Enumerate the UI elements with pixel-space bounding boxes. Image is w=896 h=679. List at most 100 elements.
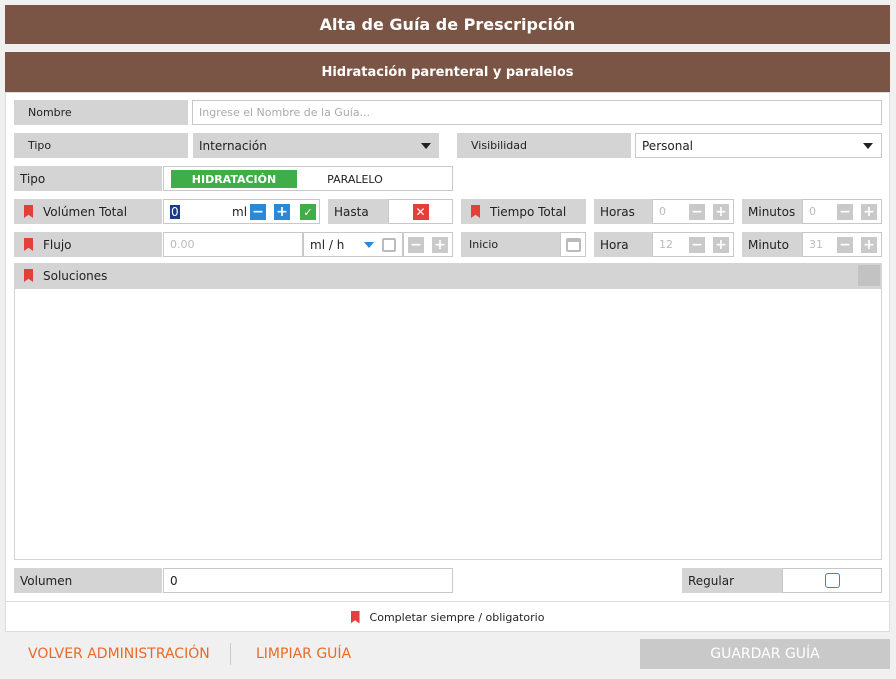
footer-divider [230,643,231,665]
bookmark-icon [24,269,33,282]
minutos-value: 0 [809,205,816,218]
soluciones-list [14,288,882,560]
save-icon[interactable] [382,238,396,252]
visibilidad-select[interactable]: Personal [635,133,882,158]
regular-label: Regular [682,568,782,593]
inicio-label-text: Inicio [469,238,499,251]
plus-icon[interactable]: + [274,204,290,220]
horas-label-text: Horas [600,204,635,219]
minutos-label-text: Minutos [748,204,796,219]
regular-field [782,568,882,593]
volumen-label-text: Volumen [20,573,73,588]
chevron-down-icon [863,142,873,149]
soluciones-header: Soluciones [14,263,882,288]
minutos-input[interactable]: 0 − + [802,199,882,224]
plus-icon[interactable]: + [713,237,729,253]
minuto-label: Minuto [742,232,802,257]
legend: Completar siempre / obligatorio [5,606,890,628]
tipo-toggle-label: Tipo [14,166,162,191]
inicio-label: Inicio [461,232,560,257]
minuto-label-text: Minuto [748,237,789,252]
flujo-value: 0.00 [170,238,195,251]
plus-icon[interactable]: + [432,237,448,253]
tab-hidratacion[interactable]: HIDRATACIÓN [171,170,297,188]
soluciones-label: Soluciones [43,268,108,283]
volumen-total-value: 0 [170,204,180,219]
chevron-down-icon [421,142,431,149]
legend-text: Completar siempre / obligatorio [369,610,545,624]
close-icon[interactable]: ✕ [412,203,429,220]
tab-hidratacion-label: HIDRATACIÓN [191,172,277,186]
minutos-label: Minutos [742,199,802,224]
volumen-total-label: Volúmen Total [14,199,162,224]
visibilidad-label-text: Visibilidad [471,139,527,152]
check-icon[interactable]: ✓ [300,204,316,220]
tipo-select-label-text: Tipo [28,139,52,152]
bookmark-icon [24,205,33,218]
nombre-placeholder: Ingrese el Nombre de la Guía... [199,106,371,119]
visibilidad-label: Visibilidad [457,133,631,158]
tiempo-total-label: Tiempo Total [461,199,586,224]
minus-icon[interactable]: − [689,204,705,220]
plus-icon[interactable]: + [861,237,877,253]
tipo-toggle-label-text: Tipo [20,171,46,186]
regular-checkbox[interactable] [824,573,840,588]
inicio-calendar[interactable] [560,232,586,257]
flujo-label-text: Flujo [43,237,72,252]
visibilidad-value: Personal [642,138,694,153]
minuto-value: 31 [809,238,823,251]
hora-value: 12 [659,238,673,251]
bookmark-icon [471,205,480,218]
minus-icon[interactable]: − [250,204,266,220]
horas-value: 0 [659,205,666,218]
tab-paralelo-label: PARALELO [327,172,383,186]
chevron-down-icon [364,242,374,248]
horas-input[interactable]: 0 − + [652,199,734,224]
calendar-icon [565,237,581,252]
page-title: Alta de Guía de Prescripción [319,15,576,34]
volumen-input[interactable]: 0 [163,568,453,593]
hora-label-text: Hora [600,237,629,252]
soluciones-add-button[interactable] [858,265,880,286]
hora-label: Hora [594,232,652,257]
minus-icon[interactable]: − [837,204,853,220]
section-title: Hidratación parenteral y paralelos [321,64,574,80]
tab-paralelo[interactable]: PARALELO [297,170,413,188]
volumen-label: Volumen [14,568,162,593]
minus-icon[interactable]: − [837,237,853,253]
back-button[interactable]: VOLVER ADMINISTRACIÓN [28,640,210,668]
minuto-input[interactable]: 31 − + [802,232,882,257]
hora-input[interactable]: 12 − + [652,232,734,257]
divider [5,601,890,602]
horas-label: Horas [594,199,652,224]
hasta-label: Hasta [328,199,388,224]
plus-icon[interactable]: + [713,204,729,220]
flujo-unit-value: ml / h [310,237,345,252]
hasta-label-text: Hasta [334,204,369,219]
page-header: Alta de Guía de Prescripción [5,5,890,44]
plus-icon[interactable]: + [861,204,877,220]
flujo-unit-select[interactable]: ml / h [303,232,403,257]
nombre-label-text: Nombre [28,106,72,119]
nombre-input[interactable]: Ingrese el Nombre de la Guía... [192,100,882,125]
section-header: Hidratación parenteral y paralelos [5,52,890,92]
tipo-select-value: Internación [199,138,267,153]
back-button-label: VOLVER ADMINISTRACIÓN [28,646,210,662]
flujo-input[interactable]: 0.00 [163,232,303,257]
minus-icon[interactable]: − [689,237,705,253]
clear-button[interactable]: LIMPIAR GUÍA [256,640,351,668]
tipo-select-label: Tipo [14,133,188,158]
nombre-label: Nombre [14,100,188,125]
volumen-total-input[interactable]: 0 ml − + ✓ [163,199,320,224]
flujo-label: Flujo [14,232,162,257]
tiempo-total-label-text: Tiempo Total [490,204,567,219]
save-button[interactable]: GUARDAR GUÍA [640,639,890,669]
bookmark-icon [24,238,33,251]
regular-label-text: Regular [688,573,735,588]
volumen-total-unit: ml [232,204,248,219]
flujo-stepper: − + [403,232,453,257]
minus-icon[interactable]: − [408,237,424,253]
tipo-select[interactable]: Internación [193,133,439,158]
clear-button-label: LIMPIAR GUÍA [256,646,352,662]
bookmark-icon [350,610,360,624]
